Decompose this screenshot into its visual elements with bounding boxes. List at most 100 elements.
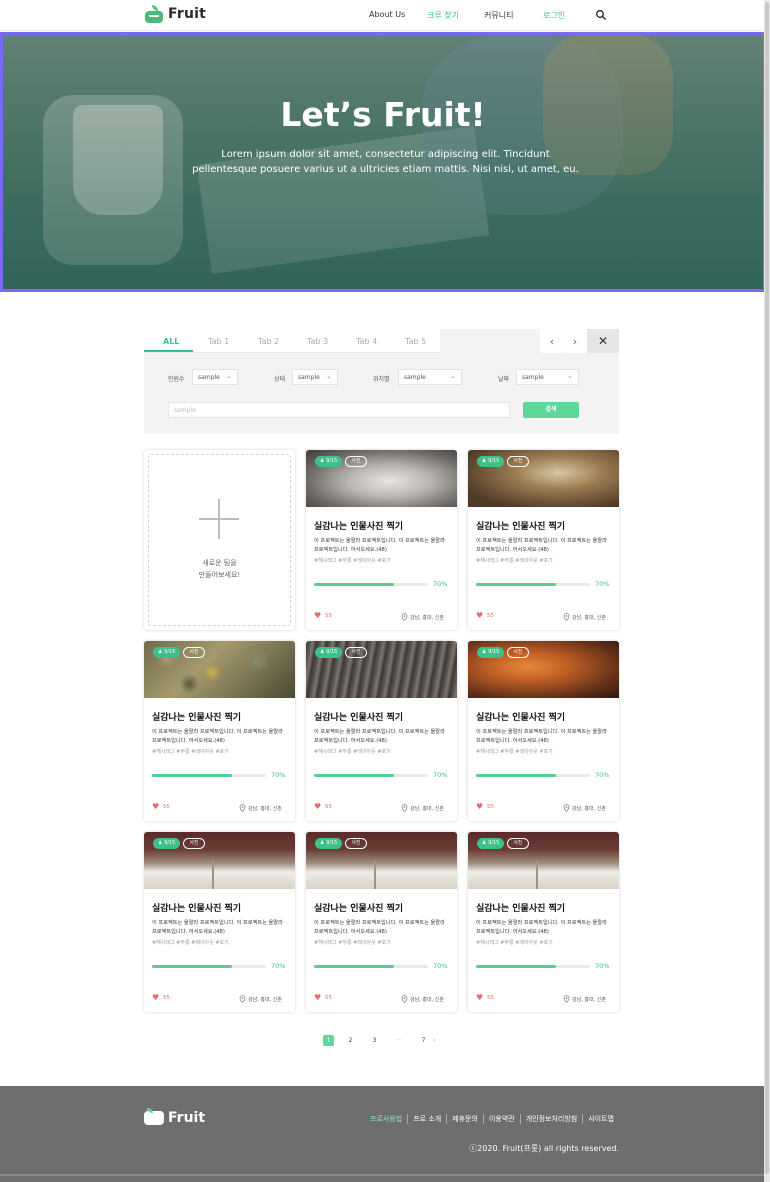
card-location: 강남, 홍대, 신촌 [239,995,282,1003]
card-title: 실감나는 인물사진 찍기 [152,713,242,723]
card-title: 실감나는 인물사진 찍기 [476,904,566,914]
category-badge: 사진 [507,456,529,467]
filter-select-location[interactable]: sample ⌄ [398,369,462,385]
nav-find-crew[interactable]: 크루 찾기 [427,10,459,21]
card-badges: ♟ 9/15 사진 [315,838,367,849]
card-location: 강남, 홍대, 신촌 [401,995,444,1003]
footer-link-privacy[interactable]: 개인정보처리방침 [519,1114,583,1124]
like-button[interactable]: ♥ 55 [314,994,332,1002]
location-text: 강남, 홍대, 신촌 [410,805,444,812]
tab-3[interactable]: Tab 3 [307,337,328,346]
card-badges: ♟ 9/15 사진 [153,647,205,658]
nav-community[interactable]: 커뮤니티 [484,10,513,21]
nav-login[interactable]: 로그인 [543,10,565,21]
like-button[interactable]: ♥ 55 [476,994,494,1002]
like-count: 55 [325,804,332,810]
filter-select-date-value: sample [522,374,544,381]
like-button[interactable]: ♥ 55 [314,611,332,620]
scrollbar[interactable] [764,0,770,1182]
category-badge: 사진 [345,838,367,849]
nav-about-us[interactable]: About Us [369,10,405,19]
team-card[interactable]: ♟ 9/15 사진 실감나는 인물사진 찍기 이 프로젝트는 울랄라 프로젝트입니다.… [306,641,457,821]
search-icon[interactable] [595,9,607,21]
team-card[interactable]: ♟ 9/15 사진 실감나는 인물사진 찍기 이 프로젝트는 울랄라 프로젝트입니다.… [468,450,619,630]
team-card[interactable]: ♟ 9/15 사진 실감나는 인물사진 찍기 이 프로젝트는 울랄라 프로젝트입니다.… [468,641,619,821]
page-7-button[interactable]: 7 [418,1035,429,1046]
next-page-icon[interactable]: › [429,1035,440,1046]
search-button[interactable]: 검색 [523,402,579,418]
like-button[interactable]: ♥ 55 [152,803,170,811]
footer-link-about[interactable]: 프로 소개 [407,1114,446,1124]
tab-prev-icon[interactable]: ‹ [541,329,563,353]
footer-divider [0,1174,764,1176]
card-badges: ♟ 9/15 사진 [477,456,529,467]
page-2-button[interactable]: 2 [345,1035,356,1046]
capacity-value: 9/15 [326,458,338,464]
like-button[interactable]: ♥ 55 [314,803,332,811]
filter-select-date[interactable]: sample ⌄ [516,369,579,385]
location-text: 강남, 홍대, 신촌 [248,805,282,812]
team-card[interactable]: ♟ 9/15 사진 실감나는 인물사진 찍기 이 프로젝트는 울랄라 프로젝트입니다.… [468,832,619,1012]
like-button[interactable]: ♥ 55 [476,802,494,811]
tab-2[interactable]: Tab 2 [258,337,279,346]
tab-1[interactable]: Tab 1 [208,337,229,346]
location-pin-icon [239,804,246,812]
filter-select-status-value: sample [298,374,320,381]
card-description: 이 프로젝트는 울랄라 프로젝트입니다. 이 프로젝트는 울랄라 프로젝트입니다… [152,920,283,935]
copyright: ⓒ2020. Fruit(프룻) all rights reserved. [469,1144,619,1153]
card-badges: ♟ 9/15 사진 [477,838,529,849]
team-card[interactable]: ♟ 9/15 사진 실감나는 인물사진 찍기 이 프로젝트는 울랄라 프로젝트입니다.… [144,641,295,821]
card-location: 강남, 홍대, 신촌 [563,804,606,812]
location-text: 강남, 홍대, 신촌 [572,805,606,812]
progress-label: 70% [271,771,286,779]
filter-select-location-value: sample [404,374,426,381]
like-count: 55 [163,995,170,1001]
filter-select-members[interactable]: sample ⌄ [192,369,238,385]
card-hashtags: #해시태그 #부릉 #레이아웃 #포기 [314,940,391,946]
logo[interactable]: Fruit [144,5,206,23]
footer-link-terms[interactable]: 이용약관 [482,1114,520,1124]
card-title: 실감나는 인물사진 찍기 [314,713,404,723]
chevron-down-icon: ⌄ [326,372,332,380]
filter-select-status[interactable]: sample ⌄ [292,369,338,385]
footer-logo[interactable]: Fruit [144,1108,205,1126]
location-text: 강남, 홍대, 신촌 [248,996,282,1003]
capacity-value: 9/15 [326,649,338,655]
progress-label: 70% [433,962,448,970]
progress-bar [314,774,428,777]
tab-5[interactable]: Tab 5 [405,337,426,346]
footer-link-guide[interactable]: 프로사용법 [365,1114,407,1124]
team-card[interactable]: ♟ 9/15 사진 실감나는 인물사진 찍기 이 프로젝트는 울랄라 프로젝트입니다.… [144,832,295,1012]
tab-4[interactable]: Tab 4 [356,337,377,346]
progress-fill [476,965,556,968]
heart-icon: ♥ [476,802,484,811]
capacity-badge: ♟ 9/15 [477,838,505,849]
tab-all[interactable]: ALL [163,337,179,346]
close-icon[interactable]: ✕ [587,329,619,353]
filter-label-date: 날짜 [498,376,510,383]
page-3-button[interactable]: 3 [369,1035,380,1046]
heart-icon: ♥ [314,611,322,620]
card-title: 실감나는 인물사진 찍기 [314,904,404,914]
create-team-dashed-border [148,454,291,626]
hero-subtitle: Lorem ipsum dolor sit amet, consectetur … [192,149,579,175]
location-pin-icon [563,804,570,812]
progress-bar [314,965,428,968]
like-button[interactable]: ♥ 55 [152,994,170,1002]
team-card[interactable]: ♟ 9/15 사진 실감나는 인물사진 찍기 이 프로젝트는 울랄라 프로젝트입니다.… [306,832,457,1012]
page-1-button[interactable]: 1 [323,1035,334,1046]
like-button[interactable]: ♥ 55 [476,612,494,620]
card-hashtags: #해시태그 #부릉 #레이아웃 #포기 [152,940,229,946]
capacity-value: 9/15 [164,649,176,655]
card-badges: ♟ 9/15 사진 [477,647,529,658]
location-pin-icon [401,995,408,1003]
footer-link-partnership[interactable]: 제휴문의 [446,1114,483,1124]
like-count: 55 [487,995,494,1001]
team-card[interactable]: ♟ 9/15 사진 실감나는 인물사진 찍기 이 프로젝트는 울랄라 프로젝트입니다.… [306,450,457,630]
create-team-card[interactable]: 새로운 팀을 만들어보세요! [144,450,295,630]
search-input[interactable]: sample [168,402,510,418]
scrollbar-thumb[interactable] [765,2,769,1174]
hero-title: Let’s Fruit! [280,95,486,134]
tab-next-icon[interactable]: › [564,329,586,353]
footer-link-sitemap[interactable]: 사이트맵 [582,1114,619,1124]
